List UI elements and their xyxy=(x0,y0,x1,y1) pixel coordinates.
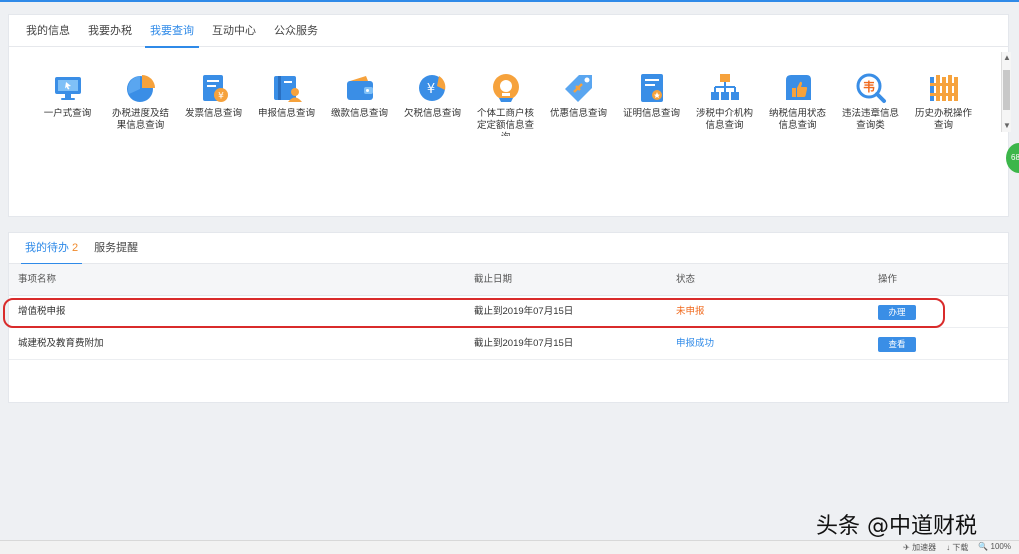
query-item-preference[interactable]: 优惠信息查询 xyxy=(542,71,615,136)
query-item-label: 个体工商户核定定额信息查询 xyxy=(476,108,534,136)
query-item-label: 申报信息查询 xyxy=(257,108,315,119)
query-item-label: 优惠信息查询 xyxy=(549,108,607,119)
query-item-progress[interactable]: 办税进度及结果信息查询 xyxy=(104,71,177,136)
query-item-certificate[interactable]: 证明信息查询 xyxy=(615,71,688,136)
table-header: 事项名称 截止日期 状态 操作 xyxy=(9,264,1008,296)
table-row: 城建税及教育费附加 截止到2019年07月15日 申报成功 查看 xyxy=(9,328,1008,360)
tab-my-info[interactable]: 我的信息 xyxy=(17,15,79,47)
certificate-icon xyxy=(635,71,669,105)
query-item-label: 违法违章信息查询类 xyxy=(841,108,899,131)
query-item-arrears[interactable]: ¥ 欠税信息查询 xyxy=(396,71,469,136)
scrollbar-thumb[interactable] xyxy=(1003,70,1010,110)
query-icon-grid: 一户式查询 办税进度及结果信息查询 ¥ 发票信息查询 申报信息查询 缴款信息查询… xyxy=(31,71,980,136)
tab-service-reminder[interactable]: 服务提醒 xyxy=(86,233,146,264)
tab-query[interactable]: 我要查询 xyxy=(141,15,203,48)
tab-my-todo[interactable]: 我的待办 2 xyxy=(17,233,86,265)
tab-tax-handling[interactable]: 我要办税 xyxy=(79,15,141,47)
thumbs-up-icon xyxy=(781,71,815,105)
tab-interaction-center[interactable]: 互动中心 xyxy=(203,15,265,47)
header-deadline: 截止日期 xyxy=(474,274,513,285)
accelerator-button[interactable]: ✈ 加速器 xyxy=(903,542,936,553)
highlight-annotation xyxy=(3,298,945,328)
side-scrollbar[interactable]: ▲ ▼ xyxy=(1001,52,1011,132)
todo-count-badge: 2 xyxy=(72,242,79,254)
query-item-label: 证明信息查询 xyxy=(622,108,680,119)
watermark-text: 头条 @中道财税 xyxy=(816,514,977,539)
query-item-declaration[interactable]: 申报信息查询 xyxy=(250,71,323,136)
query-item-label: 涉税中介机构信息查询 xyxy=(695,108,753,131)
browser-top-accent xyxy=(0,0,1019,2)
status-bar-items: ✈ 加速器 ↓ 下载 🔍 100% xyxy=(903,542,1011,553)
query-item-household[interactable]: 一户式查询 xyxy=(31,71,104,136)
query-item-label: 缴款信息查询 xyxy=(330,108,388,119)
zoom-button[interactable]: 🔍 100% xyxy=(978,542,1011,553)
violation-search-icon: 韦 xyxy=(854,71,888,105)
query-item-label: 历史办税操作查询 xyxy=(914,108,972,131)
header-status: 状态 xyxy=(676,274,696,285)
query-panel: 我的信息 我要办税 我要查询 互动中心 公众服务 一户式查询 办税进度及结果信息… xyxy=(8,14,1009,217)
query-item-history[interactable]: 历史办税操作查询 xyxy=(907,71,980,136)
accelerator-label: 加速器 xyxy=(912,543,937,552)
view-button[interactable]: 查看 xyxy=(878,337,916,352)
monitor-icon xyxy=(51,71,85,105)
chevron-down-icon[interactable]: ▼ xyxy=(1002,120,1012,132)
query-item-credit[interactable]: 纳税信用状态信息查询 xyxy=(761,71,834,136)
chevron-up-icon[interactable]: ▲ xyxy=(1002,52,1012,64)
book-person-icon xyxy=(270,71,304,105)
header-item-name: 事项名称 xyxy=(18,274,57,285)
browser-status-bar: ✈ 加速器 ↓ 下载 🔍 100% xyxy=(0,540,1019,554)
status-badge: 申报成功 xyxy=(676,338,715,349)
query-item-payment[interactable]: 缴款信息查询 xyxy=(323,71,396,136)
svg-text:韦: 韦 xyxy=(862,79,874,94)
invoice-yen-icon: ¥ xyxy=(197,71,231,105)
query-item-invoice[interactable]: ¥ 发票信息查询 xyxy=(177,71,250,136)
query-item-individual-business[interactable]: 个体工商户核定定额信息查询 xyxy=(469,71,542,136)
query-item-violation[interactable]: 韦 违法违章信息查询类 xyxy=(834,71,907,136)
svg-text:¥: ¥ xyxy=(218,92,224,102)
query-item-label: 纳税信用状态信息查询 xyxy=(768,108,826,131)
todo-tabs: 我的待办 2 服务提醒 xyxy=(9,233,1008,265)
header-action: 操作 xyxy=(878,274,898,285)
main-nav-tabs: 我的信息 我要办税 我要查询 互动中心 公众服务 xyxy=(9,15,1008,48)
tag-icon xyxy=(562,71,596,105)
query-item-label: 办税进度及结果信息查询 xyxy=(111,108,169,131)
query-item-label: 发票信息查询 xyxy=(184,108,242,119)
query-item-label: 一户式查询 xyxy=(43,108,92,119)
tab-public-service[interactable]: 公众服务 xyxy=(265,15,327,47)
task-name: 城建税及教育费附加 xyxy=(18,338,104,349)
tab-my-todo-label: 我的待办 xyxy=(25,242,69,254)
wallet-icon xyxy=(343,71,377,105)
medal-icon xyxy=(489,71,523,105)
org-chart-icon xyxy=(708,71,742,105)
download-button[interactable]: ↓ 下载 xyxy=(946,542,968,553)
pie-chart-icon xyxy=(124,71,158,105)
task-deadline: 截止到2019年07月15日 xyxy=(474,338,574,349)
download-label: 下载 xyxy=(952,543,969,552)
query-item-intermediary[interactable]: 涉税中介机构信息查询 xyxy=(688,71,761,136)
svg-text:¥: ¥ xyxy=(426,82,434,97)
query-item-label: 欠税信息查询 xyxy=(403,108,461,119)
fence-history-icon xyxy=(927,71,961,105)
yen-coin-icon: ¥ xyxy=(416,71,450,105)
zoom-label: 100% xyxy=(990,542,1011,551)
